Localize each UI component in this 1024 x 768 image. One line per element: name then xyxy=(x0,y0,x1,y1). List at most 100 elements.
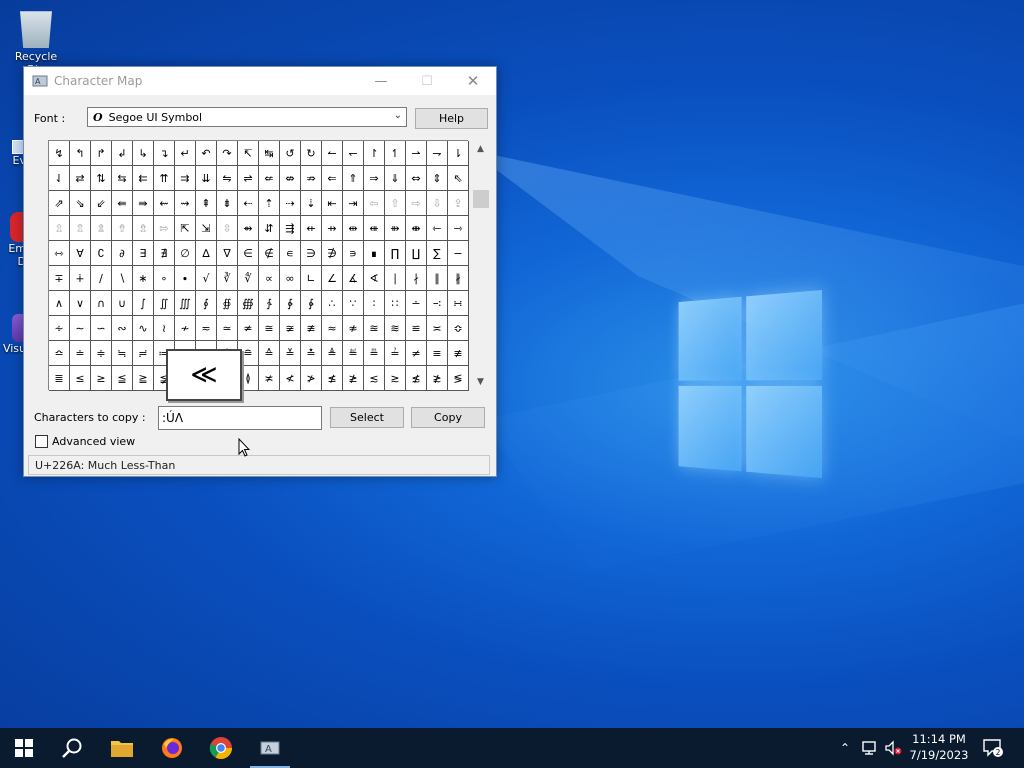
character-cell[interactable]: ⇢ xyxy=(280,191,301,216)
character-cell[interactable]: ⇐ xyxy=(322,166,343,191)
character-cell[interactable]: ≛ xyxy=(301,341,322,366)
copy-button[interactable]: Copy xyxy=(411,407,485,428)
character-cell[interactable]: − xyxy=(448,241,469,266)
character-cell[interactable]: ↾ xyxy=(364,141,385,166)
character-cell[interactable]: ↼ xyxy=(322,141,343,166)
character-cell[interactable]: ∃ xyxy=(133,241,154,266)
character-cell[interactable]: ⇆ xyxy=(112,166,133,191)
character-cell[interactable]: ≧ xyxy=(133,366,154,391)
character-cell[interactable]: ∣ xyxy=(385,266,406,291)
character-cell[interactable]: ≙ xyxy=(259,341,280,366)
character-cell[interactable]: ≐ xyxy=(70,341,91,366)
font-dropdown[interactable]: O Segoe UI Symbol ⌄ xyxy=(87,107,407,127)
character-cell[interactable]: ⇽ xyxy=(427,216,448,241)
advanced-view-checkbox[interactable]: Advanced view xyxy=(35,435,135,448)
character-cell[interactable]: ⇱ xyxy=(175,216,196,241)
character-cell[interactable]: ≠ xyxy=(406,341,427,366)
scroll-thumb[interactable] xyxy=(473,190,489,208)
character-cell[interactable]: ∂ xyxy=(112,241,133,266)
character-cell[interactable]: ↺ xyxy=(280,141,301,166)
character-cell[interactable]: √ xyxy=(196,266,217,291)
character-cell[interactable]: ≳ xyxy=(385,366,406,391)
character-cell[interactable]: ∾ xyxy=(112,316,133,341)
character-cell[interactable]: ⇸ xyxy=(322,216,343,241)
character-cell[interactable]: ∼ xyxy=(70,316,91,341)
character-cell[interactable]: ∡ xyxy=(343,266,364,291)
character-cell[interactable]: ≃ xyxy=(217,316,238,341)
character-cell[interactable]: ∫ xyxy=(133,291,154,316)
start-button[interactable] xyxy=(0,728,48,768)
character-cell[interactable]: ↵ xyxy=(175,141,196,166)
character-cell[interactable]: ∙ xyxy=(175,266,196,291)
character-cell[interactable]: ∸ xyxy=(406,291,427,316)
character-cell[interactable]: ∱ xyxy=(259,291,280,316)
character-cell[interactable]: ⇹ xyxy=(343,216,364,241)
character-cell[interactable]: ∟ xyxy=(301,266,322,291)
file-explorer-button[interactable] xyxy=(98,728,146,768)
character-cell[interactable]: ⇰ xyxy=(154,216,175,241)
character-cell[interactable]: ∘ xyxy=(154,266,175,291)
character-cell[interactable]: ⇚ xyxy=(112,191,133,216)
volume-muted-icon[interactable] xyxy=(884,728,902,768)
character-cell[interactable]: ∔ xyxy=(70,266,91,291)
character-cell[interactable]: ⇟ xyxy=(217,191,238,216)
character-cell[interactable]: ∲ xyxy=(280,291,301,316)
character-cell[interactable]: ⇙ xyxy=(91,191,112,216)
character-cell[interactable]: ≜ xyxy=(322,341,343,366)
character-cell[interactable]: ↹ xyxy=(259,141,280,166)
character-cell[interactable]: ∐ xyxy=(406,241,427,266)
character-cell[interactable]: ≰ xyxy=(322,366,343,391)
character-cell[interactable]: ∹ xyxy=(427,291,448,316)
character-cell[interactable]: ≈ xyxy=(322,316,343,341)
character-cell[interactable]: ≵ xyxy=(427,366,448,391)
character-cell[interactable]: ∳ xyxy=(301,291,322,316)
character-cell[interactable]: ∎ xyxy=(364,241,385,266)
checkbox-box[interactable] xyxy=(35,435,48,448)
character-cell[interactable]: ⇫ xyxy=(49,216,70,241)
character-cell[interactable]: ⇀ xyxy=(406,141,427,166)
character-cell[interactable]: ⇥ xyxy=(343,191,364,216)
character-cell[interactable]: ⇂ xyxy=(448,141,469,166)
character-cell[interactable]: ∋ xyxy=(301,241,322,266)
character-cell[interactable]: ⇜ xyxy=(154,191,175,216)
character-cell[interactable]: ↴ xyxy=(154,141,175,166)
charmap-window[interactable]: A Character Map — ☐ ✕ Font : O Segoe UI … xyxy=(23,66,497,477)
show-hidden-icons-button[interactable]: ⌃ xyxy=(840,728,850,768)
character-cell[interactable]: ∠ xyxy=(322,266,343,291)
character-cell[interactable]: ⇩ xyxy=(427,191,448,216)
character-cell[interactable]: ∻ xyxy=(49,316,70,341)
character-cell[interactable]: ≆ xyxy=(280,316,301,341)
character-cell[interactable]: ⇉ xyxy=(175,166,196,191)
character-cell[interactable]: ≝ xyxy=(343,341,364,366)
character-cell[interactable]: ∤ xyxy=(406,266,427,291)
character-cell[interactable]: ∮ xyxy=(196,291,217,316)
grid-scrollbar[interactable]: ▲ ▼ xyxy=(472,140,489,390)
character-cell[interactable]: ≏ xyxy=(49,341,70,366)
character-cell[interactable]: ∥ xyxy=(427,266,448,291)
character-cell[interactable]: ⇵ xyxy=(259,216,280,241)
character-cell[interactable]: ⇶ xyxy=(280,216,301,241)
character-cell[interactable]: ⇨ xyxy=(406,191,427,216)
character-cell[interactable]: ≍ xyxy=(427,316,448,341)
character-cell[interactable]: ⇲ xyxy=(196,216,217,241)
character-cell[interactable]: ⇋ xyxy=(217,166,238,191)
character-cell[interactable]: ⇅ xyxy=(91,166,112,191)
character-cell[interactable]: ↱ xyxy=(91,141,112,166)
character-cell[interactable]: ∺ xyxy=(448,291,469,316)
character-cell[interactable]: ≉ xyxy=(343,316,364,341)
character-cell[interactable]: ≀ xyxy=(154,316,175,341)
character-cell[interactable]: ∄ xyxy=(154,241,175,266)
character-cell[interactable]: ∓ xyxy=(49,266,70,291)
character-cell[interactable]: ∰ xyxy=(238,291,259,316)
character-cell[interactable]: ≓ xyxy=(133,341,154,366)
character-cell[interactable]: ⇪ xyxy=(448,191,469,216)
character-cell[interactable]: ⇞ xyxy=(196,191,217,216)
character-cell[interactable]: ⇡ xyxy=(259,191,280,216)
character-cell[interactable]: ≮ xyxy=(280,366,301,391)
character-cell[interactable]: ≡ xyxy=(427,341,448,366)
character-cell[interactable]: ⇳ xyxy=(217,216,238,241)
character-cell[interactable]: ⇦ xyxy=(364,191,385,216)
character-cell[interactable]: ↻ xyxy=(301,141,322,166)
character-cell[interactable]: ⇄ xyxy=(70,166,91,191)
character-cell[interactable]: ⇕ xyxy=(427,166,448,191)
